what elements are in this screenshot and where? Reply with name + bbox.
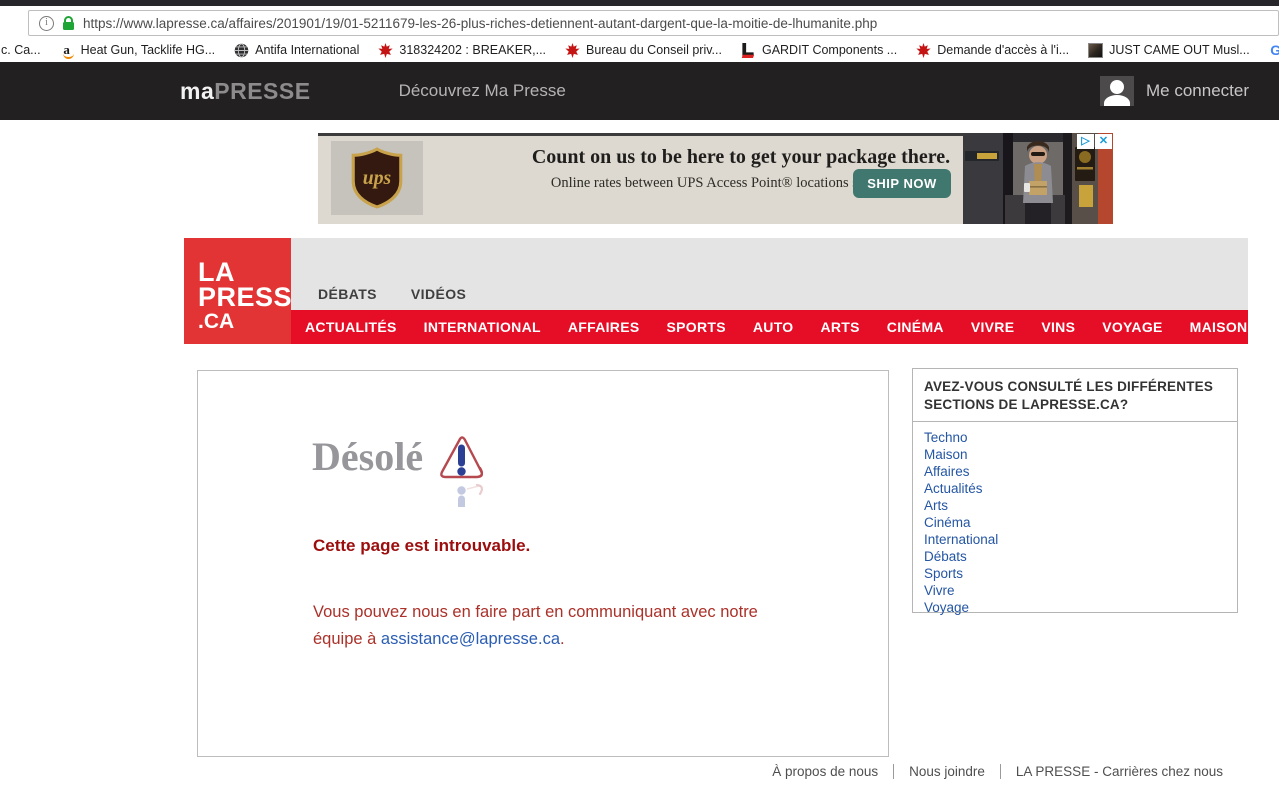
assistance-email-link[interactable]: assistance@lapresse.ca	[381, 630, 560, 648]
https-padlock-icon[interactable]	[62, 16, 75, 31]
bookmark-label: Antifa International	[255, 43, 359, 57]
google-icon: G	[1268, 42, 1279, 58]
ad-banner[interactable]: ups Count on us to be here to get your p…	[318, 133, 1113, 224]
url-bar[interactable]: i https://www.lapresse.ca/affaires/20190…	[28, 10, 1279, 36]
ad-controls: ▷ ✕	[1077, 134, 1112, 149]
sidebar-link-affaires[interactable]: Affaires	[924, 463, 1226, 480]
bookmark-item[interactable]: Bureau du Conseil priv...	[557, 39, 729, 61]
page: i https://www.lapresse.ca/affaires/20190…	[0, 0, 1279, 792]
logo-line: PRESSE	[198, 285, 291, 310]
ad-close-icon[interactable]: ✕	[1095, 134, 1112, 149]
footer-link-careers[interactable]: LA PRESSE - Carrières chez nous	[1000, 764, 1238, 779]
ad-subline: Online rates between UPS Access Point® l…	[436, 175, 1046, 192]
error-content-box: Désolé Cette page est introuvable. Vous …	[197, 370, 889, 757]
contact-suffix: .	[560, 630, 565, 648]
mapresse-header: maPRESSE Découvrez Ma Presse Me connecte…	[0, 62, 1279, 120]
nav-vivre[interactable]: VIVRE	[971, 319, 1015, 335]
bookmark-label: c. Ca...	[1, 43, 41, 57]
footer-link-contact[interactable]: Nous joindre	[893, 764, 1000, 779]
nav-voyage[interactable]: VOYAGE	[1102, 319, 1162, 335]
browser-toolbar: i https://www.lapresse.ca/affaires/20190…	[0, 6, 1279, 38]
page-title: Désolé	[312, 433, 423, 480]
page-info-icon[interactable]: i	[39, 16, 54, 31]
globe-icon	[233, 42, 249, 58]
bookmarks-bar: c. Ca... a Heat Gun, Tacklife HG... Anti…	[0, 38, 1279, 62]
login-label: Me connecter	[1146, 81, 1249, 101]
bookmark-item[interactable]: Demande d'accès à l'i...	[908, 39, 1076, 61]
ad-headline: Count on us to be here to get your packa…	[436, 146, 1046, 169]
nav-affaires[interactable]: AFFAIRES	[568, 319, 640, 335]
bookmark-item[interactable]: c. Ca...	[0, 39, 48, 61]
sidebar-link-arts[interactable]: Arts	[924, 497, 1226, 514]
bookmark-label: Demande d'accès à l'i...	[937, 43, 1069, 57]
ups-shield-icon: ups	[350, 147, 404, 209]
sidebar-links: Techno Maison Affaires Actualités Arts C…	[913, 422, 1237, 623]
sidebar-link-vivre[interactable]: Vivre	[924, 582, 1226, 599]
bookmark-item[interactable]: GARDIT Components ...	[733, 39, 904, 61]
maple-leaf-icon	[915, 42, 931, 58]
amazon-icon: a	[59, 42, 75, 58]
nav-cinema[interactable]: CINÉMA	[887, 319, 944, 335]
bookmark-item[interactable]: JUST CAME OUT Musl...	[1080, 39, 1257, 61]
sidebar-link-debats[interactable]: Débats	[924, 548, 1226, 565]
nav-techno[interactable]: TECHNO	[1274, 319, 1279, 335]
contact-line1: Vous pouvez nous en faire part en commun…	[313, 603, 758, 621]
discover-mapresse-link[interactable]: Découvrez Ma Presse	[399, 81, 566, 101]
ship-now-button[interactable]: SHIP NOW	[853, 169, 951, 198]
login-button[interactable]: Me connecter	[1100, 76, 1249, 106]
bookmark-label: 318324202 : BREAKER,...	[399, 43, 546, 57]
nav-vins[interactable]: VINS	[1041, 319, 1075, 335]
mapresse-logo-ma: ma	[180, 78, 214, 104]
nav-videos[interactable]: VIDÉOS	[411, 286, 466, 302]
mapresse-logo-presse: PRESSE	[214, 78, 310, 104]
sidebar-link-actualites[interactable]: Actualités	[924, 480, 1226, 497]
page-footer: À propos de nous Nous joindre LA PRESSE …	[0, 764, 1238, 779]
logo-line: .CA	[198, 312, 291, 331]
bookmark-label: Bureau du Conseil priv...	[586, 43, 722, 57]
url-text[interactable]: https://www.lapresse.ca/affaires/201901/…	[83, 16, 877, 31]
sidebar-link-maison[interactable]: Maison	[924, 446, 1226, 463]
sidebar-title: AVEZ-VOUS CONSULTÉ LES DIFFÉRENTES SECTI…	[913, 369, 1237, 422]
ad-copy: Count on us to be here to get your packa…	[436, 146, 1046, 192]
photo-icon	[1087, 42, 1103, 58]
maple-leaf-icon	[564, 42, 580, 58]
sidebar-link-voyage[interactable]: Voyage	[924, 599, 1226, 616]
footer-link-about[interactable]: À propos de nous	[757, 764, 893, 779]
bookmark-label: GARDIT Components ...	[762, 43, 897, 57]
nav-sports[interactable]: SPORTS	[667, 319, 726, 335]
nav-actualites[interactable]: ACTUALITÉS	[305, 319, 397, 335]
sidebar-link-techno[interactable]: Techno	[924, 429, 1226, 446]
mapresse-logo[interactable]: maPRESSE	[180, 78, 311, 105]
bookmark-item[interactable]: 318324202 : BREAKER,...	[370, 39, 553, 61]
bookmark-item[interactable]: Antifa International	[226, 39, 366, 61]
nav-debats[interactable]: DÉBATS	[318, 286, 377, 302]
sidebar-link-cinema[interactable]: Cinéma	[924, 514, 1226, 531]
sidebar-link-sports[interactable]: Sports	[924, 565, 1226, 582]
adchoices-icon[interactable]: ▷	[1077, 134, 1094, 149]
bookmark-label: Heat Gun, Tacklife HG...	[81, 43, 216, 57]
nav-maison[interactable]: MAISON	[1190, 319, 1248, 335]
nav-arts[interactable]: ARTS	[820, 319, 859, 335]
error-contact-text: Vous pouvez nous en faire part en commun…	[313, 599, 758, 653]
secondary-nav: DÉBATS VIDÉOS	[291, 238, 1248, 310]
primary-nav: ACTUALITÉS INTERNATIONAL AFFAIRES SPORTS…	[291, 310, 1248, 344]
letter-l-icon	[740, 42, 756, 58]
lapresse-logo[interactable]: LA PRESSE .CA	[184, 238, 291, 344]
sections-sidebar: AVEZ-VOUS CONSULTÉ LES DIFFÉRENTES SECTI…	[912, 368, 1238, 613]
bookmark-item[interactable]: G TRUDEAU DECAL - Re	[1261, 39, 1279, 61]
ups-logo-box: ups	[331, 141, 423, 215]
bookmark-label: JUST CAME OUT Musl...	[1109, 43, 1250, 57]
warning-icon	[433, 433, 491, 507]
svg-text:ups: ups	[363, 168, 392, 189]
nav-auto[interactable]: AUTO	[753, 319, 794, 335]
nav-international[interactable]: INTERNATIONAL	[424, 319, 541, 335]
error-message: Cette page est introuvable.	[313, 536, 530, 556]
sidebar-link-international[interactable]: International	[924, 531, 1226, 548]
maple-leaf-icon	[377, 42, 393, 58]
bookmark-item[interactable]: a Heat Gun, Tacklife HG...	[52, 39, 223, 61]
avatar-icon	[1100, 76, 1134, 106]
contact-line2-prefix: équipe à	[313, 630, 381, 648]
